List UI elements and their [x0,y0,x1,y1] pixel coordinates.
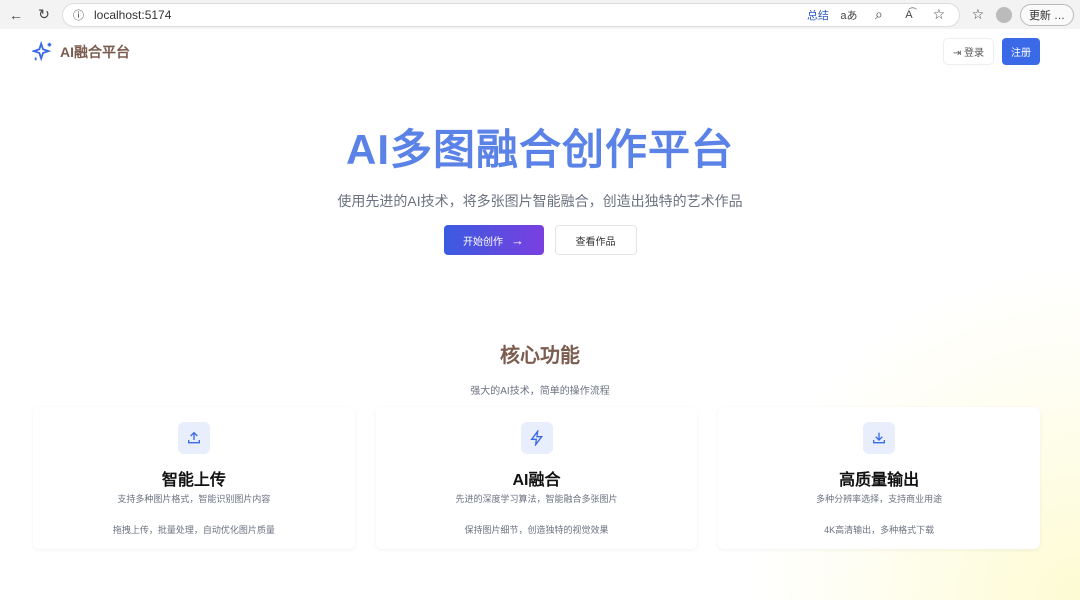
feature-extra: 4K高清输出，多种格式下载 [824,525,935,535]
sparkle-icon [32,40,52,61]
feature-desc: 支持多种图片格式，智能识别图片内容 [117,494,271,504]
lightning-icon [520,422,553,454]
feature-card: 高质量输出 多种分辨率选择，支持商业用途 4K高清输出，多种格式下载 [718,407,1041,549]
start-label: 开始创作 [463,236,503,248]
upload-icon [177,422,210,454]
features-section: 核心功能 强大的AI技术，简单的操作流程 [0,339,1080,397]
address-bar[interactable]: ⓘ localhost:5174 总结 aあ ⌕ A͡ ☆ [62,2,960,27]
zoom-icon[interactable]: ⌕ [869,6,889,23]
start-creating-button[interactable]: 开始创作 → [443,225,544,255]
feature-desc: 多种分辨率选择，支持商业用途 [816,494,943,504]
profile-avatar[interactable] [995,6,1012,23]
update-label: 更新 [1028,9,1051,22]
translate-icon[interactable]: aあ [839,7,859,23]
read-aloud-icon[interactable]: A͡ [899,9,919,21]
brand-logo[interactable]: AI融合平台 [32,40,130,63]
browser-toolbar: ← ↻ ⓘ localhost:5174 总结 aあ ⌕ A͡ ☆ ☆ 更新 … [0,0,1080,29]
feature-desc: 先进的深度学习算法，智能融合多张图片 [455,494,618,504]
info-icon[interactable]: ⓘ [73,7,84,23]
feature-extra: 拖拽上传，批量处理，自动优化图片质量 [112,525,275,535]
login-label: 登录 [964,48,984,59]
hero-title: AI多图融合创作平台 [345,126,734,173]
hero-subtitle: 使用先进的AI技术，将多张图片智能融合，创造出独特的艺术作品 [337,193,743,209]
back-icon[interactable]: ← [6,7,26,23]
page: AI融合平台 ⇥ 登录 注册 AI多图融合创作平台 使用先进的AI技术，将多张图… [0,29,1080,600]
login-button[interactable]: ⇥ 登录 [942,38,994,65]
update-button[interactable]: 更新 … [1019,3,1074,26]
feature-title: 高质量输出 [839,472,920,489]
summary-button[interactable]: 总结 [807,7,829,23]
feature-extra: 保持图片细节，创造独特的视觉效果 [464,525,609,535]
hero: AI多图融合创作平台 使用先进的AI技术，将多张图片智能融合，创造出独特的艺术作… [0,116,1080,255]
download-icon [863,422,896,454]
brand-name: AI融合平台 [60,43,130,60]
favorites-icon[interactable]: ☆ [968,6,988,23]
login-icon: ⇥ [952,48,962,59]
feature-card: 智能上传 支持多种图片格式，智能识别图片内容 拖拽上传，批量处理，自动优化图片质… [33,407,355,549]
reload-icon[interactable]: ↻ [34,6,54,23]
navbar: AI融合平台 ⇥ 登录 注册 [0,29,1080,74]
features-subtitle: 强大的AI技术，简单的操作流程 [470,386,610,397]
register-button[interactable]: 注册 [1002,38,1040,65]
url-text[interactable]: localhost:5174 [94,8,797,22]
features-title: 核心功能 [500,345,580,367]
feature-card: AI融合 先进的深度学习算法，智能融合多张图片 保持图片细节，创造独特的视觉效果 [375,407,698,549]
feature-title: AI融合 [512,472,561,489]
star-icon[interactable]: ☆ [929,6,949,23]
view-works-button[interactable]: 查看作品 [554,225,637,255]
arrow-right-icon: → [511,232,524,248]
feature-title: 智能上传 [161,472,226,489]
